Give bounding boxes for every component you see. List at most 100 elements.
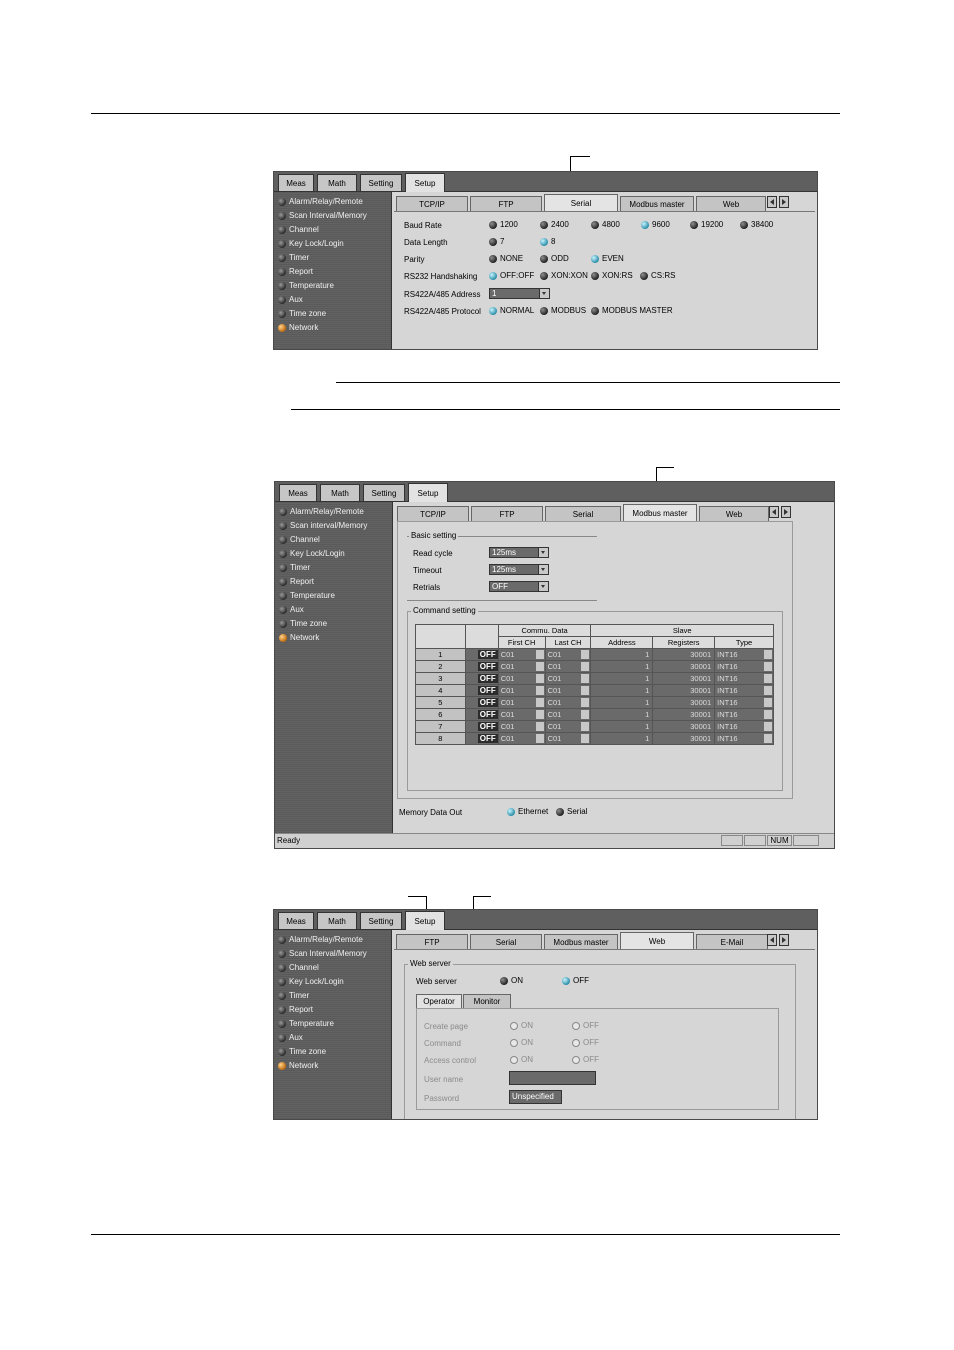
tab-monitor[interactable]: Monitor	[463, 994, 511, 1008]
subtab-ftp[interactable]: FTP	[470, 196, 542, 211]
type-select[interactable]: INT16	[714, 660, 774, 673]
sidebar-item-aux[interactable]: Aux	[278, 1031, 303, 1044]
baud-4800-radio[interactable]: 4800	[591, 220, 620, 229]
sidebar-item-channel[interactable]: Channel	[278, 961, 319, 974]
subtab-modbus-master[interactable]: Modbus master	[620, 196, 694, 211]
type-select[interactable]: INT16	[714, 648, 774, 661]
tab-meas[interactable]: Meas	[278, 912, 314, 929]
sidebar-item-scan[interactable]: Scan interval/Memory	[279, 519, 367, 532]
sidebar-item-report[interactable]: Report	[279, 575, 314, 588]
baud-9600-radio[interactable]: 9600	[641, 220, 670, 229]
sidebar-item-report[interactable]: Report	[278, 265, 313, 278]
registers-cell[interactable]: 30001	[652, 708, 716, 721]
subtab-modbus-master[interactable]: Modbus master	[544, 934, 618, 949]
off-button[interactable]: OFF	[477, 734, 498, 743]
sidebar-item-network[interactable]: Network	[279, 631, 319, 644]
sidebar-item-aux[interactable]: Aux	[279, 603, 304, 616]
retrials-select[interactable]: OFF	[489, 581, 549, 592]
tab-setting[interactable]: Setting	[363, 484, 405, 501]
baud-19200-radio[interactable]: 19200	[690, 220, 723, 229]
first-ch-select[interactable]: C01	[497, 672, 546, 685]
handshake-xonrs-radio[interactable]: XON:RS	[591, 271, 633, 280]
parity-even-radio[interactable]: EVEN	[591, 254, 624, 263]
command-toggle[interactable]: OFF	[464, 684, 499, 697]
last-ch-select[interactable]: C01	[544, 672, 592, 685]
command-toggle[interactable]: OFF	[464, 720, 499, 733]
address-select[interactable]: 1	[489, 288, 550, 299]
handshake-csrs-radio[interactable]: CS:RS	[640, 271, 675, 280]
first-ch-select[interactable]: C01	[497, 720, 546, 733]
off-button[interactable]: OFF	[477, 662, 498, 671]
type-select[interactable]: INT16	[714, 732, 774, 745]
last-ch-select[interactable]: C01	[544, 696, 592, 709]
sidebar-item-channel[interactable]: Channel	[278, 223, 319, 236]
tab-scroll-right-button[interactable]	[779, 196, 789, 208]
command-toggle[interactable]: OFF	[464, 696, 499, 709]
handshake-xonxon-radio[interactable]: XON:XON	[540, 271, 588, 280]
sidebar-item-alarm[interactable]: Alarm/Relay/Remote	[278, 933, 363, 946]
web-server-off-radio[interactable]: OFF	[562, 976, 589, 985]
type-select[interactable]: INT16	[714, 720, 774, 733]
tab-setup[interactable]: Setup	[405, 911, 445, 930]
parity-none-radio[interactable]: NONE	[489, 254, 523, 263]
off-button[interactable]: OFF	[477, 686, 498, 695]
web-server-on-radio[interactable]: ON	[500, 976, 523, 985]
subtab-tcpip[interactable]: TCP/IP	[397, 506, 469, 521]
last-ch-select[interactable]: C01	[544, 648, 592, 661]
parity-odd-radio[interactable]: ODD	[540, 254, 569, 263]
first-ch-select[interactable]: C01	[497, 684, 546, 697]
registers-cell[interactable]: 30001	[652, 720, 716, 733]
sidebar-item-alarm[interactable]: Alarm/Relay/Remote	[279, 505, 364, 518]
address-cell[interactable]: 1	[590, 660, 654, 673]
sidebar-item-temperature[interactable]: Temperature	[278, 1017, 334, 1030]
tab-setting[interactable]: Setting	[360, 912, 402, 929]
registers-cell[interactable]: 30001	[652, 732, 716, 745]
subtab-web[interactable]: Web	[620, 932, 694, 950]
tab-scroll-left-button[interactable]	[769, 506, 779, 518]
tab-setup[interactable]: Setup	[408, 483, 448, 502]
tab-setting[interactable]: Setting	[360, 174, 402, 191]
sidebar-item-keylock[interactable]: Key Lock/Login	[278, 975, 344, 988]
registers-cell[interactable]: 30001	[652, 660, 716, 673]
address-cell[interactable]: 1	[590, 732, 654, 745]
protocol-normal-radio[interactable]: NORMAL	[489, 306, 534, 315]
first-ch-select[interactable]: C01	[497, 696, 546, 709]
address-cell[interactable]: 1	[590, 684, 654, 697]
address-cell[interactable]: 1	[590, 648, 654, 661]
length-8-radio[interactable]: 8	[540, 237, 555, 246]
type-select[interactable]: INT16	[714, 684, 774, 697]
command-toggle[interactable]: OFF	[464, 660, 499, 673]
baud-38400-radio[interactable]: 38400	[740, 220, 773, 229]
tab-meas[interactable]: Meas	[279, 484, 317, 501]
last-ch-select[interactable]: C01	[544, 684, 592, 697]
off-button[interactable]: OFF	[477, 710, 498, 719]
subtab-email[interactable]: E-Mail	[696, 934, 768, 949]
sidebar-item-channel[interactable]: Channel	[279, 533, 320, 546]
tab-meas[interactable]: Meas	[278, 174, 314, 191]
subtab-serial[interactable]: Serial	[545, 506, 621, 521]
memory-ethernet-radio[interactable]: Ethernet	[507, 807, 548, 816]
address-cell[interactable]: 1	[590, 696, 654, 709]
sidebar-item-scan[interactable]: Scan Interval/Memory	[278, 947, 367, 960]
type-select[interactable]: INT16	[714, 696, 774, 709]
sidebar-item-report[interactable]: Report	[278, 1003, 313, 1016]
handshake-offoff-radio[interactable]: OFF:OFF	[489, 271, 534, 280]
sidebar-item-network[interactable]: Network	[278, 1059, 318, 1072]
command-toggle[interactable]: OFF	[464, 708, 499, 721]
sidebar-item-scan[interactable]: Scan Interval/Memory	[278, 209, 367, 222]
address-cell[interactable]: 1	[590, 708, 654, 721]
last-ch-select[interactable]: C01	[544, 720, 592, 733]
sidebar-item-alarm[interactable]: Alarm/Relay/Remote	[278, 195, 363, 208]
sidebar-item-timezone[interactable]: Time zone	[278, 307, 326, 320]
tab-scroll-left-button[interactable]	[767, 196, 777, 208]
sidebar-item-temperature[interactable]: Temperature	[279, 589, 335, 602]
off-button[interactable]: OFF	[477, 698, 498, 707]
last-ch-select[interactable]: C01	[544, 732, 592, 745]
address-cell[interactable]: 1	[590, 672, 654, 685]
subtab-serial[interactable]: Serial	[544, 194, 618, 212]
subtab-serial[interactable]: Serial	[470, 934, 542, 949]
registers-cell[interactable]: 30001	[652, 696, 716, 709]
sidebar-item-aux[interactable]: Aux	[278, 293, 303, 306]
registers-cell[interactable]: 30001	[652, 672, 716, 685]
type-select[interactable]: INT16	[714, 672, 774, 685]
